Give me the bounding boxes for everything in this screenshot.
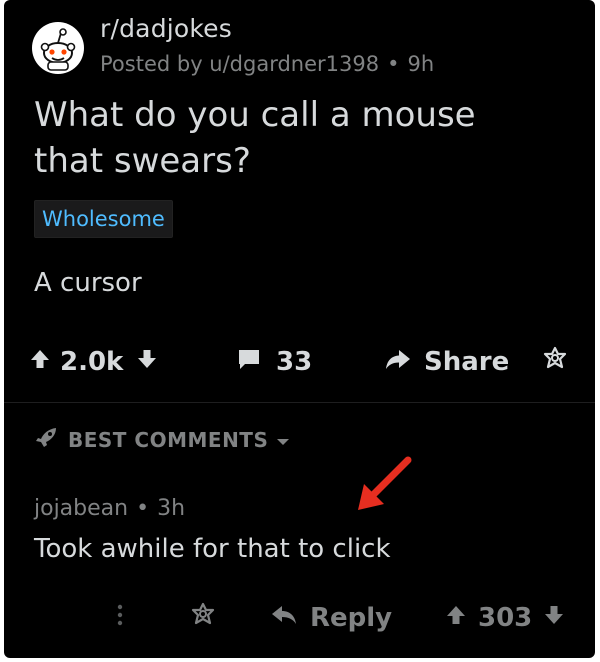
post-title: What do you call a mouse that swears? bbox=[34, 95, 476, 181]
post-score: 2.0k bbox=[60, 347, 124, 377]
comment-body: Took awhile for that to click bbox=[34, 534, 391, 564]
vote-group: 2.0k bbox=[28, 340, 159, 384]
comment-sort-selector[interactable]: BEST COMMENTS bbox=[34, 424, 290, 456]
comment-vote-group: 303 bbox=[444, 596, 566, 640]
more-vertical-icon bbox=[116, 602, 124, 635]
subreddit-name[interactable]: r/dadjokes bbox=[100, 14, 232, 43]
reply-button[interactable]: Reply bbox=[270, 596, 392, 640]
reply-label: Reply bbox=[310, 603, 393, 633]
post-screen: r/dadjokes Posted by u/dgardner1398 • 9h W… bbox=[4, 0, 595, 658]
award-icon bbox=[542, 346, 568, 379]
downvote-icon[interactable] bbox=[542, 603, 566, 634]
share-button[interactable]: Share bbox=[384, 340, 509, 384]
post-meta: Posted by u/dgardner1398 • 9h bbox=[100, 52, 434, 76]
posted-by-user[interactable]: Posted by u/dgardner1398 bbox=[100, 52, 379, 76]
comment-count: 33 bbox=[276, 347, 313, 377]
share-arrow-icon bbox=[384, 347, 412, 378]
comment-icon bbox=[236, 347, 262, 378]
upvote-icon[interactable] bbox=[28, 347, 52, 378]
award-button[interactable] bbox=[542, 340, 568, 384]
comment-score: 303 bbox=[478, 603, 533, 633]
reply-arrow-icon bbox=[270, 603, 298, 634]
downvote-icon[interactable] bbox=[135, 347, 159, 378]
share-label: Share bbox=[424, 347, 510, 377]
rocket-icon bbox=[34, 426, 60, 455]
comment-meta: jojabean • 3h bbox=[34, 496, 185, 521]
comment-author[interactable]: jojabean bbox=[34, 496, 128, 521]
section-divider bbox=[4, 402, 595, 403]
post-body: A cursor bbox=[34, 268, 142, 298]
comment-age: 3h bbox=[157, 496, 186, 521]
post-age: 9h bbox=[407, 52, 435, 76]
sort-label: BEST COMMENTS bbox=[68, 428, 269, 452]
more-options-button[interactable] bbox=[116, 596, 124, 640]
comments-button[interactable]: 33 bbox=[236, 340, 312, 384]
post-action-bar: 2.0k 33 Share bbox=[4, 340, 595, 384]
meta-separator: • bbox=[387, 52, 400, 76]
upvote-icon[interactable] bbox=[444, 603, 468, 634]
snoo-avatar-icon[interactable] bbox=[32, 22, 84, 74]
comment-award-button[interactable] bbox=[190, 596, 216, 640]
award-icon bbox=[190, 602, 216, 635]
comment-action-bar: Reply 303 bbox=[4, 596, 595, 640]
red-pointer-arrow-icon bbox=[354, 454, 414, 518]
chevron-down-icon bbox=[276, 428, 290, 452]
post-flair[interactable]: Wholesome bbox=[34, 200, 173, 238]
comment-meta-separator: • bbox=[136, 496, 150, 521]
